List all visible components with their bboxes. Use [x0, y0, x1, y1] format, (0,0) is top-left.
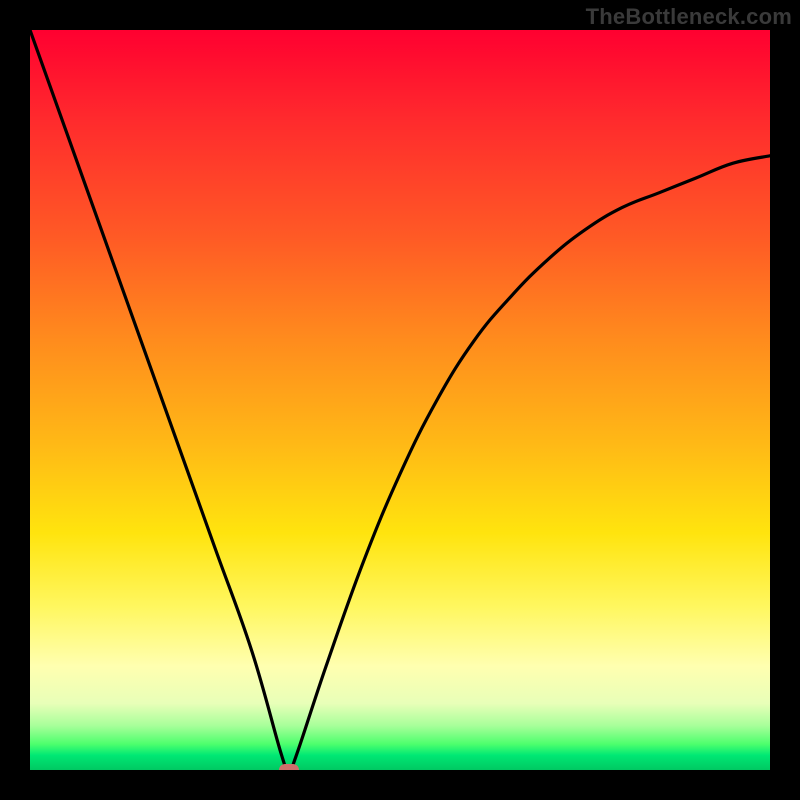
watermark-text: TheBottleneck.com: [586, 4, 792, 30]
plot-area: [30, 30, 770, 770]
minimum-marker: [279, 764, 299, 770]
chart-stage: TheBottleneck.com: [0, 0, 800, 800]
bottleneck-curve: [30, 30, 770, 770]
